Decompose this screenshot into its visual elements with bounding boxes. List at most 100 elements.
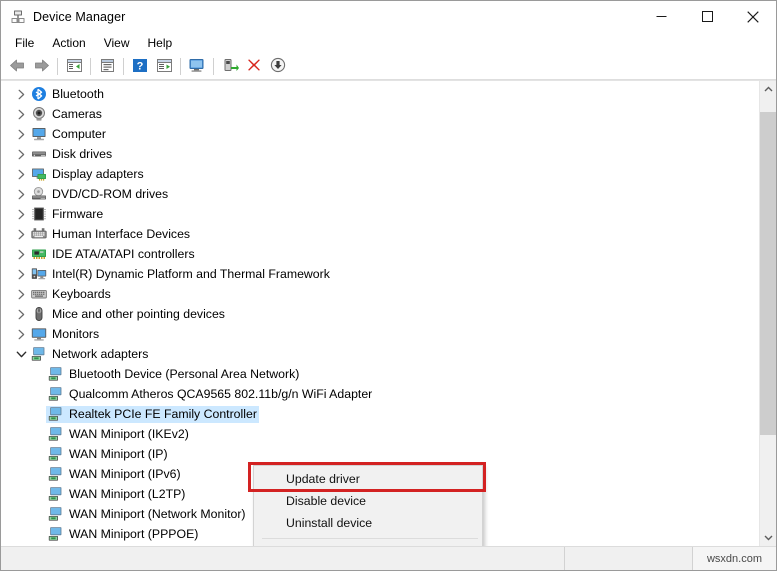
scrollbar-thumb[interactable]	[760, 112, 776, 435]
tree-row[interactable]: WAN Miniport (IKEv2)	[1, 424, 759, 444]
chevron-right-icon[interactable]	[13, 284, 29, 304]
tree-row-content: Monitors	[29, 326, 101, 343]
toolbar-separator	[90, 58, 91, 75]
uninstall-device-button[interactable]	[242, 56, 266, 78]
window-controls	[638, 1, 776, 32]
minimize-button[interactable]	[638, 1, 684, 32]
watermark: wsxdn.com	[692, 547, 776, 570]
chevron-right-icon	[18, 229, 24, 239]
disable-device-button[interactable]	[266, 56, 290, 78]
tree-row[interactable]: Bluetooth	[1, 84, 759, 104]
show-hide-console-tree-button[interactable]	[62, 56, 86, 78]
ctx-disable-device[interactable]: Disable device	[254, 490, 482, 512]
tree-row-label: Human Interface Devices	[52, 226, 191, 241]
tree-row-content: Display adapters	[29, 166, 146, 183]
tree-row[interactable]: WAN Miniport (IP)	[1, 444, 759, 464]
tree-row-label: WAN Miniport (PPTP)	[69, 546, 188, 547]
tree-row-label: Realtek PCIe FE Family Controller	[69, 406, 257, 421]
chevron-right-icon[interactable]	[13, 304, 29, 324]
tree-row-label: WAN Miniport (PPPOE)	[69, 526, 199, 541]
network-adapter-icon	[48, 526, 64, 542]
network-adapter-icon	[31, 346, 47, 362]
ctx-uninstall-device[interactable]: Uninstall device	[254, 512, 482, 534]
tree-row[interactable]: Keyboards	[1, 284, 759, 304]
tree-row[interactable]: Cameras	[1, 104, 759, 124]
tree-row[interactable]: DVD/CD-ROM drives	[1, 184, 759, 204]
tree-row[interactable]: Bluetooth Device (Personal Area Network)	[1, 364, 759, 384]
tree-row[interactable]: Network adapters	[1, 344, 759, 364]
tree-row[interactable]: Computer	[1, 124, 759, 144]
chevron-right-icon[interactable]	[13, 264, 29, 284]
ctx-scan-hardware-changes[interactable]: Scan for hardware changes	[254, 543, 482, 546]
tree-row-label: Network adapters	[52, 346, 149, 361]
ctx-update-driver[interactable]: Update driver	[254, 468, 482, 490]
network-adapter-icon	[48, 486, 64, 502]
network-adapter-icon	[48, 506, 64, 522]
vertical-scrollbar[interactable]	[759, 81, 776, 546]
chevron-right-icon[interactable]	[13, 204, 29, 224]
chevron-down-icon	[16, 351, 26, 357]
back-button[interactable]	[5, 56, 29, 78]
chevron-right-icon[interactable]	[13, 104, 29, 124]
menu-help[interactable]: Help	[139, 33, 182, 53]
ide-controller-icon	[31, 246, 47, 262]
tree-row[interactable]: IDE ATA/ATAPI controllers	[1, 244, 759, 264]
chevron-right-icon	[18, 149, 24, 159]
menu-action[interactable]: Action	[43, 33, 94, 53]
tree-row-label: Keyboards	[52, 286, 111, 301]
properties-button[interactable]	[95, 56, 119, 78]
tree-row[interactable]: Realtek PCIe FE Family Controller	[1, 404, 759, 424]
tree-row[interactable]: Firmware	[1, 204, 759, 224]
chevron-right-icon[interactable]	[13, 184, 29, 204]
network-adapter-icon	[48, 386, 64, 402]
close-button[interactable]	[730, 1, 776, 32]
context-menu[interactable]: Update driver Disable device Uninstall d…	[253, 465, 483, 546]
forward-arrow-icon	[33, 58, 50, 76]
chevron-right-icon[interactable]	[13, 144, 29, 164]
menu-file[interactable]: File	[6, 33, 43, 53]
chevron-right-icon	[18, 169, 24, 179]
tree-row[interactable]: Disk drives	[1, 144, 759, 164]
chevron-right-icon[interactable]	[13, 124, 29, 144]
scan-hardware-changes-button[interactable]	[185, 56, 209, 78]
tree-row[interactable]: Monitors	[1, 324, 759, 344]
tree-row-label: Monitors	[52, 326, 100, 341]
chevron-down-icon[interactable]	[13, 344, 29, 364]
forward-button[interactable]	[29, 56, 53, 78]
chevron-right-icon[interactable]	[13, 224, 29, 244]
chevron-right-icon[interactable]	[13, 244, 29, 264]
scroll-up-arrow-icon[interactable]	[760, 81, 776, 98]
chevron-right-icon[interactable]	[13, 84, 29, 104]
tree-row-content: Realtek PCIe FE Family Controller	[46, 405, 259, 423]
tree-row[interactable]: Mice and other pointing devices	[1, 304, 759, 324]
tree-row[interactable]: Display adapters	[1, 164, 759, 184]
console-tree-icon	[66, 58, 83, 76]
computer-icon	[31, 126, 47, 142]
help-question-icon: ?	[132, 58, 148, 76]
status-panel-primary	[1, 547, 564, 570]
chevron-right-icon	[18, 289, 24, 299]
tree-row-content: Intel(R) Dynamic Platform and Thermal Fr…	[29, 266, 332, 283]
tree-row[interactable]: Human Interface Devices	[1, 224, 759, 244]
enable-device-button[interactable]	[218, 56, 242, 78]
thermal-framework-icon	[31, 266, 47, 282]
tree-row-label: Disk drives	[52, 146, 113, 161]
chevron-right-icon[interactable]	[13, 164, 29, 184]
firmware-chip-icon	[31, 206, 47, 222]
scroll-down-arrow-icon[interactable]	[760, 529, 776, 546]
help-button[interactable]: ?	[128, 56, 152, 78]
menu-view[interactable]: View	[95, 33, 139, 53]
monitor-icon	[31, 326, 47, 342]
chevron-right-icon[interactable]	[13, 324, 29, 344]
status-bar: wsxdn.com	[1, 546, 776, 570]
tree-row[interactable]: Intel(R) Dynamic Platform and Thermal Fr…	[1, 264, 759, 284]
maximize-button[interactable]	[684, 1, 730, 32]
tree-row-content: Computer	[29, 126, 108, 143]
tree-row-label: Intel(R) Dynamic Platform and Thermal Fr…	[52, 266, 330, 281]
tree-row-label: Display adapters	[52, 166, 144, 181]
chevron-right-icon	[18, 189, 24, 199]
tree-row[interactable]: Qualcomm Atheros QCA9565 802.11b/g/n WiF…	[1, 384, 759, 404]
tree-row-content: WAN Miniport (IP)	[46, 446, 170, 463]
chevron-right-icon	[18, 249, 24, 259]
update-driver-button[interactable]	[152, 56, 176, 78]
